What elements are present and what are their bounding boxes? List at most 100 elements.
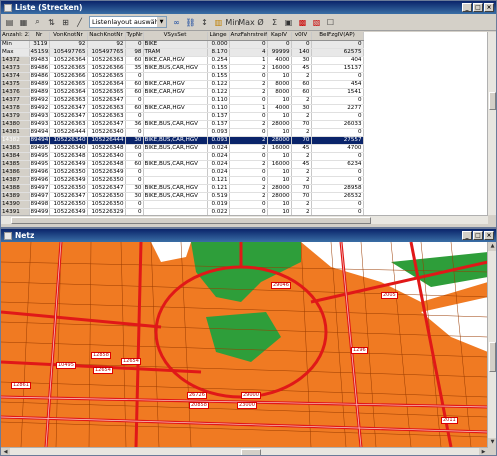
table-cell[interactable]: 15137 bbox=[311, 64, 364, 73]
table-cell[interactable]: 0.000 bbox=[207, 40, 230, 49]
table-cell[interactable]: 0 bbox=[267, 40, 292, 49]
table-cell[interactable]: 4000 bbox=[267, 56, 292, 65]
net-window-titlebar[interactable]: Netz _ □ × bbox=[1, 229, 496, 242]
list-vertical-scrollbar[interactable] bbox=[487, 32, 496, 215]
table-cell[interactable]: 105226364 bbox=[49, 88, 88, 97]
table-cell[interactable]: TRAM bbox=[143, 48, 208, 57]
table-cell[interactable] bbox=[143, 152, 208, 161]
table-cell[interactable]: 0 bbox=[311, 96, 364, 105]
table-cell[interactable]: 2 bbox=[229, 80, 268, 89]
aggregate-row[interactable]: Max45159310549776510549776598TRAM8.17049… bbox=[1, 48, 364, 57]
table-cell[interactable]: 0 bbox=[311, 128, 364, 137]
table-cell[interactable]: 105226444 bbox=[49, 128, 88, 137]
table-cell[interactable]: 105226363 bbox=[49, 120, 88, 129]
table-cell[interactable]: 0.022 bbox=[207, 208, 230, 215]
row-header-cell[interactable]: 14376 bbox=[1, 88, 30, 97]
table-cell[interactable]: 26532 bbox=[311, 192, 364, 201]
columns-icon[interactable]: ╱ bbox=[73, 16, 86, 29]
table-cell[interactable]: 89499 bbox=[29, 208, 50, 215]
table-cell[interactable]: 30 bbox=[125, 184, 144, 193]
table-cell[interactable]: 10 bbox=[267, 96, 292, 105]
table-cell[interactable]: 105226347 bbox=[49, 104, 88, 113]
table-cell[interactable]: 10 bbox=[267, 168, 292, 177]
table-cell[interactable]: 2 bbox=[291, 72, 312, 81]
table-cell[interactable]: 2 bbox=[229, 136, 268, 145]
table-cell[interactable]: 92 bbox=[87, 40, 126, 49]
table-cell[interactable]: 105226329 bbox=[87, 208, 126, 215]
table-cell[interactable]: 0 bbox=[311, 200, 364, 209]
options-icon[interactable]: ☐ bbox=[324, 16, 337, 29]
table-cell[interactable]: 28000 bbox=[267, 120, 292, 129]
table-cell[interactable]: 4000 bbox=[267, 104, 292, 113]
table-cell[interactable]: 2 bbox=[229, 120, 268, 129]
table-cell[interactable]: 8000 bbox=[267, 88, 292, 97]
table-cell[interactable]: 0 bbox=[311, 112, 364, 121]
table-cell[interactable]: 60 bbox=[291, 80, 312, 89]
table-cell[interactable]: BIKE,BUS,CAR,HGV bbox=[143, 192, 208, 201]
table-cell[interactable]: 89492 bbox=[29, 104, 50, 113]
table-cell[interactable]: 89494 bbox=[29, 128, 50, 137]
net-vscroll-thumb[interactable] bbox=[489, 342, 496, 372]
table-cell[interactable]: 105226348 bbox=[87, 160, 126, 169]
table-cell[interactable]: 30 bbox=[291, 56, 312, 65]
table-row[interactable]: 14388 89497 105226350 105226347 30 BIKE,BUS,C… bbox=[1, 184, 364, 193]
table-cell[interactable]: 2 bbox=[229, 88, 268, 97]
table-cell[interactable]: 28000 bbox=[267, 136, 292, 145]
table-cell[interactable]: 2 bbox=[291, 176, 312, 185]
table-cell[interactable]: 60 bbox=[125, 80, 144, 89]
close-button[interactable]: × bbox=[484, 3, 494, 12]
col-header[interactable]: VonKnotNr bbox=[49, 32, 88, 41]
table-cell[interactable]: 2 bbox=[229, 160, 268, 169]
row-header-cell[interactable]: Max bbox=[1, 48, 30, 57]
table-cell[interactable]: 60 bbox=[125, 88, 144, 97]
table-cell[interactable]: 70 bbox=[291, 136, 312, 145]
col-header[interactable]: AnzFahrstreifen bbox=[229, 32, 268, 41]
table-cell[interactable]: 105226365 bbox=[87, 88, 126, 97]
col-header[interactable]: Nr bbox=[29, 32, 50, 41]
table-cell[interactable]: 89493 bbox=[29, 112, 50, 121]
table-row[interactable]: 14387 89496 105226349 105226350 0 0.121 0 10 2 0 bbox=[1, 176, 364, 185]
table-cell[interactable]: 60 bbox=[125, 144, 144, 153]
table-cell[interactable]: 30 bbox=[291, 104, 312, 113]
table-cell[interactable]: 45 bbox=[291, 160, 312, 169]
sum-icon[interactable]: ▥ bbox=[212, 16, 225, 29]
table-cell[interactable]: 105226347 bbox=[87, 96, 126, 105]
table-cell[interactable]: 45 bbox=[291, 64, 312, 73]
table-cell[interactable]: 0.110 bbox=[207, 104, 230, 113]
table-cell[interactable]: 0 bbox=[229, 40, 268, 49]
table-cell[interactable]: 2 bbox=[291, 128, 312, 137]
table-row[interactable]: 14381 89494 105226444 105226340 0 0.093 0 10 2 0 bbox=[1, 128, 364, 137]
filter-icon[interactable]: ⌕ bbox=[31, 16, 44, 29]
table-cell[interactable]: 10 bbox=[267, 112, 292, 121]
table-cell[interactable] bbox=[143, 208, 208, 215]
table-cell[interactable]: 105226348 bbox=[87, 144, 126, 153]
table-row[interactable]: 14373 89486 105226365 105226366 35 BIKE,BUS,C… bbox=[1, 64, 364, 73]
table-row[interactable]: 14376 89489 105226364 105226365 60 BIKE,CAR,H… bbox=[1, 88, 364, 97]
table-cell[interactable]: 404 bbox=[311, 56, 364, 65]
table-cell[interactable]: 0 bbox=[125, 208, 144, 215]
table-cell[interactable]: 0.024 bbox=[207, 168, 230, 177]
table-cell[interactable]: 105226363 bbox=[87, 56, 126, 65]
table-cell[interactable]: 3119 bbox=[29, 40, 50, 49]
table-cell[interactable]: 89494 bbox=[29, 136, 50, 145]
table-cell[interactable] bbox=[143, 168, 208, 177]
table-cell[interactable] bbox=[143, 128, 208, 137]
table-cell[interactable]: 98 bbox=[125, 48, 144, 57]
row-header-cell[interactable]: 14372 bbox=[1, 56, 30, 65]
table-cell[interactable]: 2 bbox=[291, 200, 312, 209]
table-cell[interactable]: 140 bbox=[291, 48, 312, 57]
table-cell[interactable]: 105226340 bbox=[49, 136, 88, 145]
table-cell[interactable]: 6234 bbox=[311, 160, 364, 169]
col-header[interactable]: KapIV bbox=[267, 32, 292, 41]
row-header-cell[interactable]: 14379 bbox=[1, 112, 30, 121]
table-cell[interactable]: 105226347 bbox=[87, 184, 126, 193]
table-cell[interactable]: 10 bbox=[267, 176, 292, 185]
row-header-cell[interactable]: 14383 bbox=[1, 144, 30, 153]
table-row[interactable]: 14374 89486 105226366 105226365 0 0.155 0 10 2 0 bbox=[1, 72, 364, 81]
link-icon[interactable]: ⛓ bbox=[184, 16, 197, 29]
table-cell[interactable]: 105226347 bbox=[49, 112, 88, 121]
table-cell[interactable]: 0.155 bbox=[207, 72, 230, 81]
table-cell[interactable]: 0.024 bbox=[207, 160, 230, 169]
table-cell[interactable]: 10 bbox=[267, 208, 292, 215]
table-cell[interactable]: 105226349 bbox=[87, 168, 126, 177]
